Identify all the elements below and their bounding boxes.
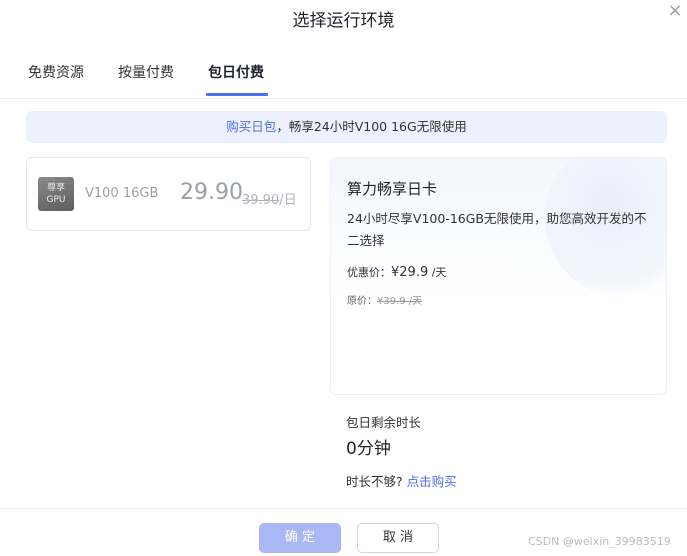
notice-text: ，畅享24小时V100 16G无限使用 xyxy=(276,119,467,134)
watermark: CSDN @weixin_39983519 xyxy=(528,535,671,548)
discount-unit: /天 xyxy=(428,266,447,279)
close-icon[interactable]: × xyxy=(666,2,684,20)
active-tab-underline xyxy=(206,93,268,96)
confirm-button[interactable]: 确 定 xyxy=(259,523,341,553)
buy-more-prompt: 时长不够? xyxy=(346,474,407,489)
plan-detail-card: 算力畅享日卡 24小时尽享V100-16GB无限使用，助您高效开发的不二选择 优… xyxy=(330,157,667,395)
cancel-button[interactable]: 取 消 xyxy=(357,523,439,553)
plan-unit: /日 xyxy=(279,193,297,208)
tab-bar: 免费资源 按量付费 包日付费 xyxy=(0,58,687,99)
notice-banner: 购买日包，畅享24小时V100 16G无限使用 xyxy=(26,111,667,143)
plan-original-price: 39.90/日 xyxy=(242,189,297,208)
dialog-title: 选择运行环境 xyxy=(292,11,395,31)
plan-original-price-value: 39.90 xyxy=(242,193,280,208)
tab-daily-plan[interactable]: 包日付费 xyxy=(208,62,264,82)
buy-more-row: 时长不够? 点击购买 xyxy=(346,471,457,490)
discount-price-row: 优惠价：¥29.9 /天 xyxy=(347,264,446,280)
original-label: 原价： xyxy=(347,296,377,307)
discount-label: 优惠价： xyxy=(347,266,391,279)
plan-price: 29.90 xyxy=(180,180,243,205)
gpu-icon-line1: 尊享 xyxy=(46,183,65,193)
buy-daily-plan-link[interactable]: 购买日包 xyxy=(226,119,276,134)
remaining-value: 0分钟 xyxy=(346,439,391,459)
click-to-buy-link[interactable]: 点击购买 xyxy=(407,474,457,489)
tab-pay-as-you-go[interactable]: 按量付费 xyxy=(118,62,174,82)
plan-card[interactable]: 尊享 GPU V100 16GB 29.90 39.90/日 xyxy=(26,157,311,231)
gpu-icon-line2: GPU xyxy=(46,195,66,205)
remaining-label: 包日剩余时长 xyxy=(346,415,422,430)
plan-name: V100 16GB xyxy=(85,186,159,201)
tab-free-resources[interactable]: 免费资源 xyxy=(28,62,84,82)
footer-divider xyxy=(0,508,687,509)
original-price: ¥39.9 /天 xyxy=(377,296,423,307)
detail-title: 算力畅享日卡 xyxy=(347,180,438,198)
discount-price: ¥29.9 xyxy=(391,265,429,280)
detail-description: 24小时尽享V100-16GB无限使用，助您高效开发的不二选择 xyxy=(347,211,647,248)
original-price-row: 原价：¥39.9 /天 xyxy=(347,292,422,307)
gpu-icon: 尊享 GPU xyxy=(38,177,74,211)
